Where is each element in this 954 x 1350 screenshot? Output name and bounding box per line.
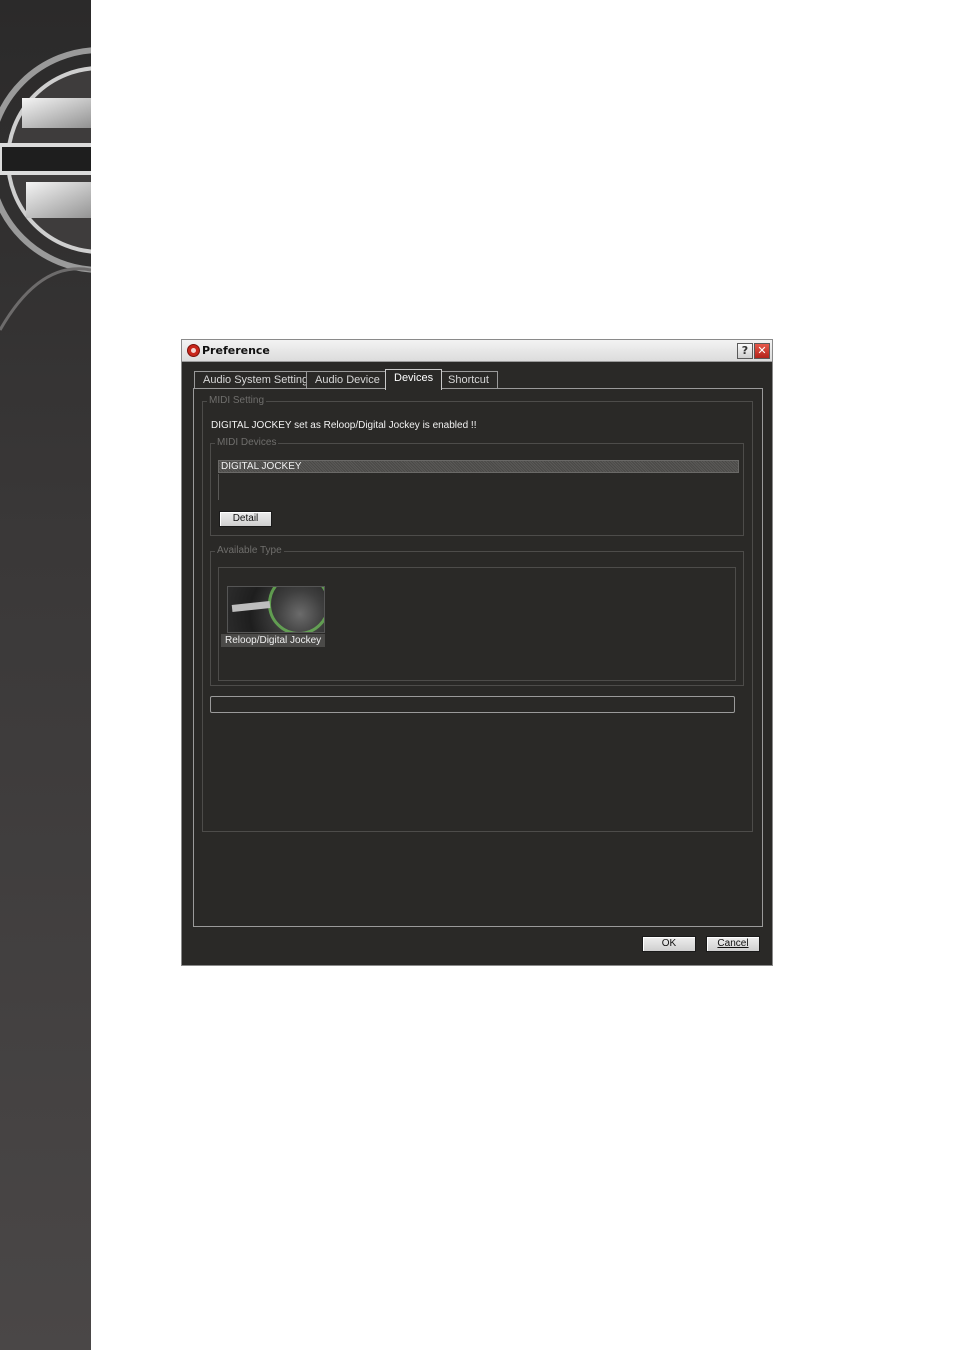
available-type-legend: Available Type — [215, 545, 284, 557]
help-button[interactable]: ? — [737, 343, 753, 359]
available-type-list: Reloop/Digital Jockey — [218, 567, 736, 681]
title-bar[interactable]: Preference ? ✕ — [182, 340, 772, 362]
detail-button[interactable]: Detail — [219, 511, 272, 527]
brand-logo-icon — [0, 47, 91, 331]
tab-shortcut[interactable]: Shortcut — [439, 371, 498, 389]
tab-audio-system-setting[interactable]: Audio System Setting — [194, 371, 318, 389]
list-item[interactable]: DIGITAL JOCKEY — [218, 460, 739, 473]
controller-thumbnail[interactable] — [227, 586, 325, 633]
jog-wheel-ring-icon — [268, 587, 324, 632]
midi-devices-legend: MIDI Devices — [215, 437, 279, 449]
window-title: Preference — [202, 344, 270, 357]
tab-audio-device[interactable]: Audio Device — [306, 371, 389, 389]
device-list-area — [218, 474, 219, 500]
preference-dialog: Preference ? ✕ Audio System Setting Audi… — [181, 339, 773, 966]
tab-devices[interactable]: Devices — [385, 369, 443, 390]
cancel-button[interactable]: Cancel — [706, 936, 760, 952]
close-button[interactable]: ✕ — [754, 343, 770, 359]
status-message: DIGITAL JOCKEY set as Reloop/Digital Joc… — [211, 420, 477, 431]
progress-bar — [210, 696, 735, 713]
midi-devices-group: MIDI Devices DIGITAL JOCKEY Detail — [210, 437, 744, 536]
controller-type-label[interactable]: Reloop/Digital Jockey — [221, 634, 326, 647]
midi-setting-group: MIDI Setting DIGITAL JOCKEY set as Reloo… — [202, 395, 753, 832]
app-icon — [187, 344, 200, 357]
ok-button[interactable]: OK — [642, 936, 696, 952]
side-decoration — [0, 0, 91, 1350]
device-logo-plate-icon — [231, 601, 271, 612]
midi-setting-legend: MIDI Setting — [207, 395, 267, 407]
available-type-group: Available Type Reloop/Digital Jockey — [210, 545, 744, 686]
devices-tab-panel: MIDI Setting DIGITAL JOCKEY set as Reloo… — [193, 388, 763, 927]
